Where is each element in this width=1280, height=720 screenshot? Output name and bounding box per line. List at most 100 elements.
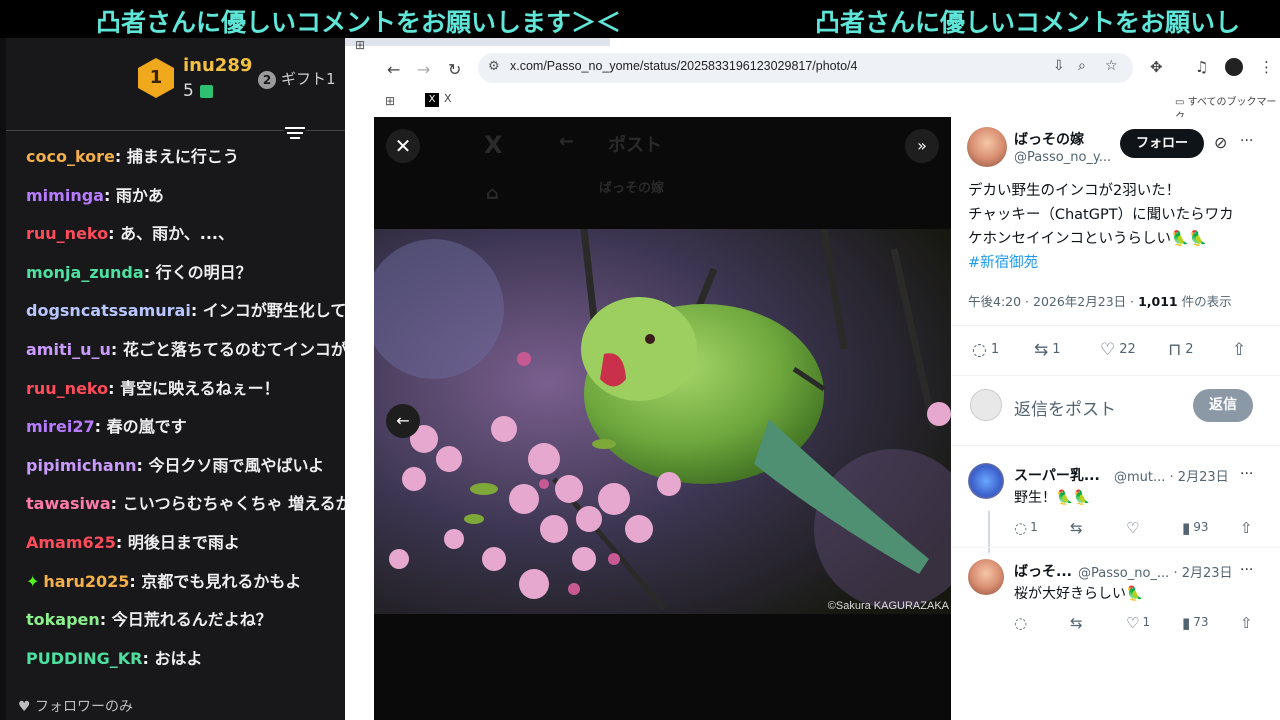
install-icon[interactable]: ⇩ [1053,58,1065,74]
bookmark-x[interactable]: X [444,92,452,105]
chat-message: ruu_neko: 青空に映えるねぇー！ [26,377,345,416]
reply-2-repost-icon[interactable]: ⇆ [1070,614,1086,632]
reply-1-more-icon[interactable]: ··· [1240,466,1253,482]
grok-icon[interactable]: ⊘ [1214,133,1227,152]
reply-2-like-count: 1 [1142,615,1151,629]
x-logo-icon[interactable]: X [425,93,439,107]
parakeet-photo: ©Sakura KAGURAZAKA ← [374,229,951,614]
bookmark-star-icon[interactable]: ☆ [1105,58,1118,74]
chat-username[interactable]: pipimichann [26,456,136,475]
chat-username[interactable]: PUDDING_KR [26,649,142,668]
chat-colon: : [115,532,128,552]
gifter-name[interactable]: inu289 [183,55,252,76]
reply-1-share-icon[interactable]: ⇧ [1240,519,1256,537]
extensions-icon[interactable]: ✥ [1150,58,1163,76]
chat-username[interactable]: Amam625 [26,533,116,552]
media-icon[interactable]: ♫ [1195,58,1208,76]
reply-2-avatar[interactable] [968,559,1004,595]
badge-icon: ✦ [26,571,40,591]
reply-2-name[interactable]: ばっそ... [1014,561,1072,581]
chat-text: 今日クソ雨で風やばいよ [148,455,325,475]
chat-panel: 1 inu289 5 2 ギフト1 coco_kore: 捕まえに行こう mimin… [0,38,345,720]
follow-button[interactable]: フォロー [1120,129,1204,158]
close-icon[interactable]: ✕ [386,129,420,163]
chat-username[interactable]: tawasiwa [26,494,111,513]
bookmark-action[interactable]: ⊓ 2 [1168,340,1194,360]
chat-text: インコが野生化して鮮 [202,301,345,321]
post-line-3: ケホンセイインコというらしい🦜🦜 [968,231,1208,247]
chat-message: ✦ haru2025: 京都でも見れるかもよ [26,570,345,609]
site-info-icon[interactable]: ⚙ [488,59,500,74]
chat-username[interactable]: monja_zunda [26,263,144,282]
chat-username[interactable]: dogsncatssamurai [26,301,191,320]
ghost-back-icon: ← [559,131,575,152]
gift-rank-medal: 1 [138,58,174,98]
hashtag-link[interactable]: #新宿御苑 [968,251,1276,275]
apps-icon[interactable]: ⊞ [385,94,395,108]
chat-colon: : [110,339,123,359]
reply-input[interactable]: 返信をポスト [1014,395,1116,420]
tab-grid-icon[interactable]: ⊞ [355,38,365,52]
reply-1-handle[interactable]: @mut... · 2月23日 [1114,466,1229,485]
zoom-icon[interactable]: ⌕ [1078,58,1086,74]
chat-username[interactable]: miminga [26,186,104,205]
author-avatar[interactable] [967,127,1007,167]
reply-button[interactable]: 返信 [1193,389,1253,422]
chat-colon: : [143,262,156,282]
views-label: 件の表示 [1177,294,1232,309]
address-bar[interactable]: ⚙ x.com/Passo_no_yome/status/20258331961… [478,53,1133,83]
chat-text: 今日荒れるんだよね？ [111,610,272,630]
repost-action[interactable]: ⇆ 1 [1034,340,1061,360]
analytics-icon: ▮ [1182,614,1191,632]
chat-username[interactable]: mirei27 [26,417,95,436]
chat-username[interactable]: ruu_neko [26,379,108,398]
post-line-1: デカい野生のインコが2羽いた！ [968,183,1181,199]
chat-username[interactable]: haru2025 [43,572,129,591]
chat-text: おはよ [154,648,203,668]
reply-1-avatar[interactable] [968,463,1004,499]
followers-only-label: ♥ フォロワーのみ [18,696,133,716]
chat-message: tokapen: 今日荒れるんだよね？ [26,608,345,647]
chat-message: coco_kore: 捕まえに行こう [26,145,345,184]
collapse-icon[interactable] [284,124,306,142]
expand-icon[interactable]: » [905,129,939,163]
previous-photo-icon[interactable]: ← [386,404,420,438]
reply-2-views[interactable]: ▮ 73 [1182,614,1209,632]
author-handle[interactable]: @Passo_no_y... [1014,150,1111,165]
chat-colon: : [108,378,121,398]
like-action[interactable]: ♡ 22 [1100,340,1136,360]
chat-message: dogsncatssamurai: インコが野生化して鮮 [26,299,345,338]
forward-icon[interactable]: → [417,60,430,79]
reply-action[interactable]: ◌ 1 [972,340,999,360]
reply-2-share-icon[interactable]: ⇧ [1240,614,1256,632]
reply-2-reply[interactable]: ◌ [1014,614,1030,632]
profile-avatar[interactable] [1225,58,1243,76]
reply-1-like[interactable]: ♡ [1126,519,1142,537]
reply-1-reply[interactable]: ◌ 1 [1014,519,1038,537]
chat-username[interactable]: coco_kore [26,147,115,166]
reply-2-handle[interactable]: @Passo_no_... · 2月23日 [1078,562,1233,581]
chat-username[interactable]: tokapen [26,610,100,629]
chat-message: ruu_neko: あ、雨か、...、 [26,222,345,261]
view-count: 1,011 [1138,294,1178,309]
post-time[interactable]: 午後4:20 · 2026年2月23日 · [968,294,1138,309]
back-icon[interactable]: ← [387,60,400,79]
heart-outline-icon: ♡ [1126,519,1140,537]
active-tab[interactable] [610,38,1280,46]
more-icon[interactable]: ··· [1240,133,1253,149]
author-name[interactable]: ばっその嫁 [1014,129,1084,149]
reply-1-name[interactable]: スーパー乳... [1014,465,1100,485]
url-text[interactable]: x.com/Passo_no_yome/status/2025833196123… [510,59,858,73]
reply-1-views[interactable]: ▮ 93 [1182,519,1209,537]
chat-text: 雨かあ [115,185,164,205]
share-icon[interactable]: ⇧ [1232,340,1250,360]
reply-2-like[interactable]: ♡ 1 [1126,614,1150,632]
chat-colon: : [129,571,142,591]
bookmark-count: 2 [1185,342,1194,357]
reply-2-more-icon[interactable]: ··· [1240,562,1253,578]
chat-username[interactable]: amiti_u_u [26,340,111,359]
reply-1-repost-icon[interactable]: ⇆ [1070,519,1086,537]
chat-username[interactable]: ruu_neko [26,224,108,243]
reload-icon[interactable]: ↻ [448,60,461,79]
menu-icon[interactable]: ⋮ [1259,58,1274,76]
